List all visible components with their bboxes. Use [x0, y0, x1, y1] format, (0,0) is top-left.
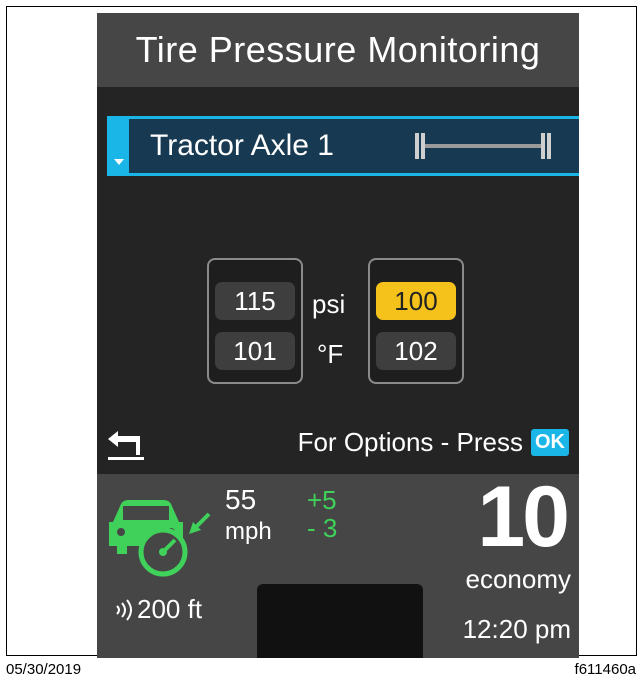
following-distance: 200 ft — [113, 594, 202, 625]
cruise-offset-up: +5 — [307, 485, 337, 515]
dropdown-tab[interactable] — [110, 119, 129, 173]
caption-date: 05/30/2019 — [6, 661, 82, 678]
cruise-offsets: +5 - 3 — [307, 486, 337, 542]
axle-selector-label: Tractor Axle 1 — [150, 129, 334, 162]
axle-selector[interactable]: Tractor Axle 1 — [107, 116, 579, 176]
left-tire-pressure: 115 — [215, 282, 295, 320]
left-tire-readout[interactable]: 115 101 — [207, 258, 303, 384]
blank-display-area — [257, 584, 423, 658]
right-tire-readout[interactable]: 100 102 — [368, 258, 464, 384]
ok-button-icon[interactable]: OK — [531, 429, 569, 456]
screen-title: Tire Pressure Monitoring — [97, 13, 579, 87]
pressure-unit-label: psi — [312, 289, 346, 319]
clock-time: 12:20 pm — [462, 614, 571, 644]
left-tire-temperature: 101 — [215, 332, 295, 370]
right-tire-temperature: 102 — [376, 332, 456, 370]
back-icon[interactable] — [108, 431, 144, 461]
speed-value: 55 — [225, 484, 257, 515]
options-hint: For Options - Press OK — [298, 427, 569, 458]
axle-icon — [415, 133, 551, 159]
temperature-unit-label: °F — [317, 339, 344, 369]
following-distance-value: 200 ft — [137, 594, 203, 624]
adaptive-cruise-icon — [109, 500, 211, 577]
display-screen: Tire Pressure Monitoring Tractor Axle 1 … — [97, 13, 579, 658]
options-hint-text: For Options - Press — [297, 427, 523, 457]
economy-value: 10 — [477, 469, 570, 565]
speed-unit: mph — [225, 518, 272, 545]
radar-waves-icon — [116, 598, 132, 621]
economy-label: economy — [465, 564, 572, 594]
current-speed: 55 mph — [225, 486, 272, 546]
right-tire-pressure-alert: 100 — [376, 282, 456, 320]
caption-figure-id: f611460a — [574, 661, 636, 678]
chevron-down-icon — [114, 159, 124, 165]
info-panel: 55 mph +5 - 3 10 economy 12:20 pm 200 ft — [97, 469, 579, 658]
cruise-offset-down: - 3 — [307, 513, 338, 543]
